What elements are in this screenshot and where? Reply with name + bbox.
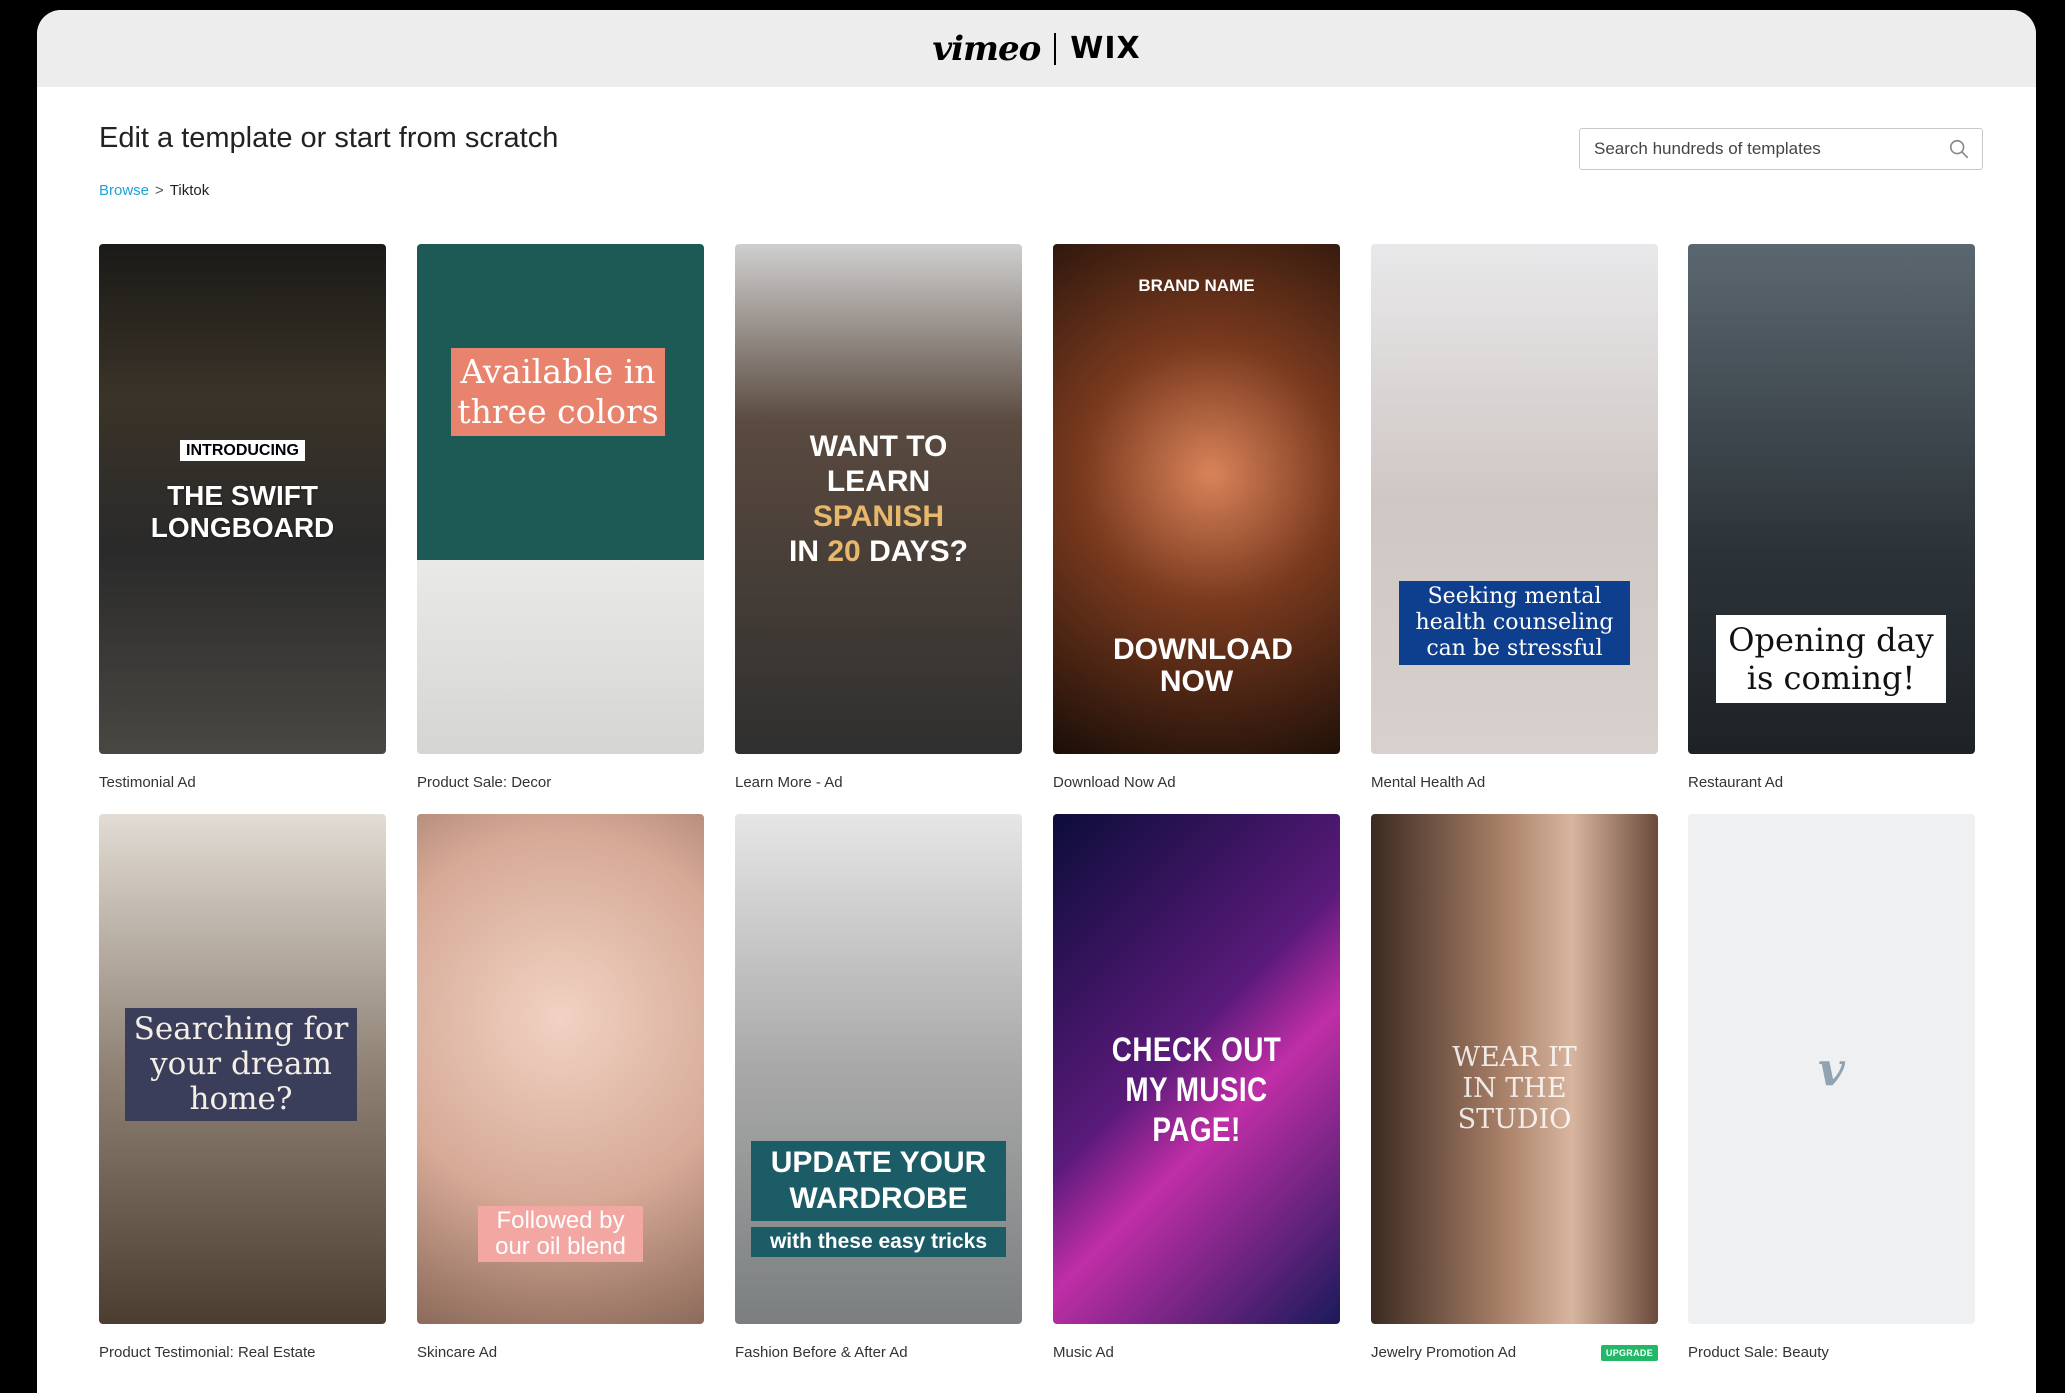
overlay-text: Searching for your dream home? [125, 1008, 357, 1121]
template-thumbnail[interactable]: Available in three colors [417, 244, 704, 754]
overlay-highlight: SPANISH [812, 500, 945, 533]
template-thumbnail[interactable]: CHECK OUT MY MUSIC PAGE! [1053, 814, 1340, 1324]
vimeo-logo: vimeo [932, 28, 1041, 69]
overlay-text: WANT TO LEARN [809, 430, 948, 498]
template-name[interactable]: Testimonial Ad [99, 774, 196, 791]
template-card[interactable]: Seeking mental health counseling can be … [1371, 244, 1658, 791]
template-name[interactable]: Jewelry Promotion Ad [1371, 1344, 1516, 1361]
template-name[interactable]: Product Testimonial: Real Estate [99, 1344, 316, 1361]
overlay-text: THE SWIFT LONGBOARD [150, 480, 335, 543]
overlay-text: INTRODUCING [180, 440, 305, 461]
template-card[interactable]: BRAND NAME DOWNLOAD NOW Download Now Ad [1053, 244, 1340, 791]
template-name[interactable]: Download Now Ad [1053, 774, 1176, 791]
breadcrumb-separator: > [155, 182, 164, 199]
breadcrumb: Browse > Tiktok [99, 182, 209, 199]
overlay-highlight: 20 [827, 535, 861, 568]
template-card[interactable]: Available in three colors Product Sale: … [417, 244, 704, 791]
overlay-text: DOWNLOAD NOW [1113, 633, 1293, 698]
template-thumbnail[interactable]: v [1688, 814, 1975, 1324]
template-card[interactable]: WEAR IT IN THE STUDIO Jewelry Promotion … [1371, 814, 1658, 1361]
overlay-text: Seeking mental health counseling can be … [1399, 581, 1630, 665]
app-window: vimeo WIX Edit a template or start from … [37, 10, 2036, 1393]
template-card[interactable]: Followed by our oil blend Skincare Ad [417, 814, 704, 1361]
template-thumbnail[interactable]: INTRODUCING THE SWIFT LONGBOARD [99, 244, 386, 754]
template-name[interactable]: Music Ad [1053, 1344, 1114, 1361]
page-title: Edit a template or start from scratch [99, 122, 559, 154]
template-card[interactable]: WANT TO LEARN SPANISH IN 20 DAYS? Learn … [735, 244, 1022, 791]
overlay-text: CHECK OUT MY MUSIC PAGE! [1111, 1031, 1282, 1149]
template-card[interactable]: Searching for your dream home? Product T… [99, 814, 386, 1361]
template-thumbnail[interactable]: Seeking mental health counseling can be … [1371, 244, 1658, 754]
overlay-subtext: with these easy tricks [751, 1227, 1006, 1257]
search-input[interactable] [1592, 138, 1948, 160]
template-thumbnail[interactable]: UPDATE YOUR WARDROBE with these easy tri… [735, 814, 1022, 1324]
wix-logo: WIX [1070, 31, 1141, 66]
template-name[interactable]: Skincare Ad [417, 1344, 497, 1361]
overlay-text: Available in three colors [451, 348, 665, 436]
overlay-text: WEAR IT IN THE STUDIO [1452, 1042, 1577, 1135]
template-name[interactable]: Learn More - Ad [735, 774, 843, 791]
breadcrumb-browse[interactable]: Browse [99, 182, 149, 199]
overlay-text: UPDATE YOUR WARDROBE [751, 1141, 1006, 1221]
upgrade-badge[interactable]: UPGRADE [1600, 1345, 1658, 1361]
template-card[interactable]: INTRODUCING THE SWIFT LONGBOARD Testimon… [99, 244, 386, 791]
overlay-text: Followed by our oil blend [478, 1206, 643, 1262]
template-card[interactable]: Opening day is coming! Restaurant Ad [1688, 244, 1975, 791]
overlay-text: Opening day is coming! [1716, 615, 1946, 703]
template-thumbnail[interactable]: Opening day is coming! [1688, 244, 1975, 754]
brand-divider [1054, 32, 1057, 65]
search-box[interactable] [1579, 128, 1983, 170]
template-thumbnail[interactable]: Followed by our oil blend [417, 814, 704, 1324]
brand-logo: vimeo WIX [932, 29, 1140, 69]
template-name[interactable]: Mental Health Ad [1371, 774, 1485, 791]
template-name[interactable]: Restaurant Ad [1688, 774, 1783, 791]
top-bar: vimeo WIX [37, 10, 2036, 87]
template-thumbnail[interactable]: WEAR IT IN THE STUDIO [1371, 814, 1658, 1324]
template-thumbnail[interactable]: BRAND NAME DOWNLOAD NOW [1053, 244, 1340, 754]
template-card[interactable]: UPDATE YOUR WARDROBE with these easy tri… [735, 814, 1022, 1361]
template-name[interactable]: Product Sale: Decor [417, 774, 551, 791]
template-card[interactable]: CHECK OUT MY MUSIC PAGE! Music Ad [1053, 814, 1340, 1361]
breadcrumb-current: Tiktok [169, 182, 210, 199]
vimeo-logo-icon: v [1818, 1042, 1845, 1096]
template-thumbnail[interactable]: Searching for your dream home? [99, 814, 386, 1324]
overlay-text: IN [789, 535, 819, 568]
overlay-text: DAYS? [869, 535, 968, 568]
template-card[interactable]: v Product Sale: Beauty [1688, 814, 1975, 1361]
overlay-text: BRAND NAME [1138, 276, 1255, 295]
template-thumbnail[interactable]: WANT TO LEARN SPANISH IN 20 DAYS? [735, 244, 1022, 754]
template-name[interactable]: Product Sale: Beauty [1688, 1344, 1829, 1361]
template-name[interactable]: Fashion Before & After Ad [735, 1344, 908, 1361]
search-icon[interactable] [1948, 138, 1970, 160]
